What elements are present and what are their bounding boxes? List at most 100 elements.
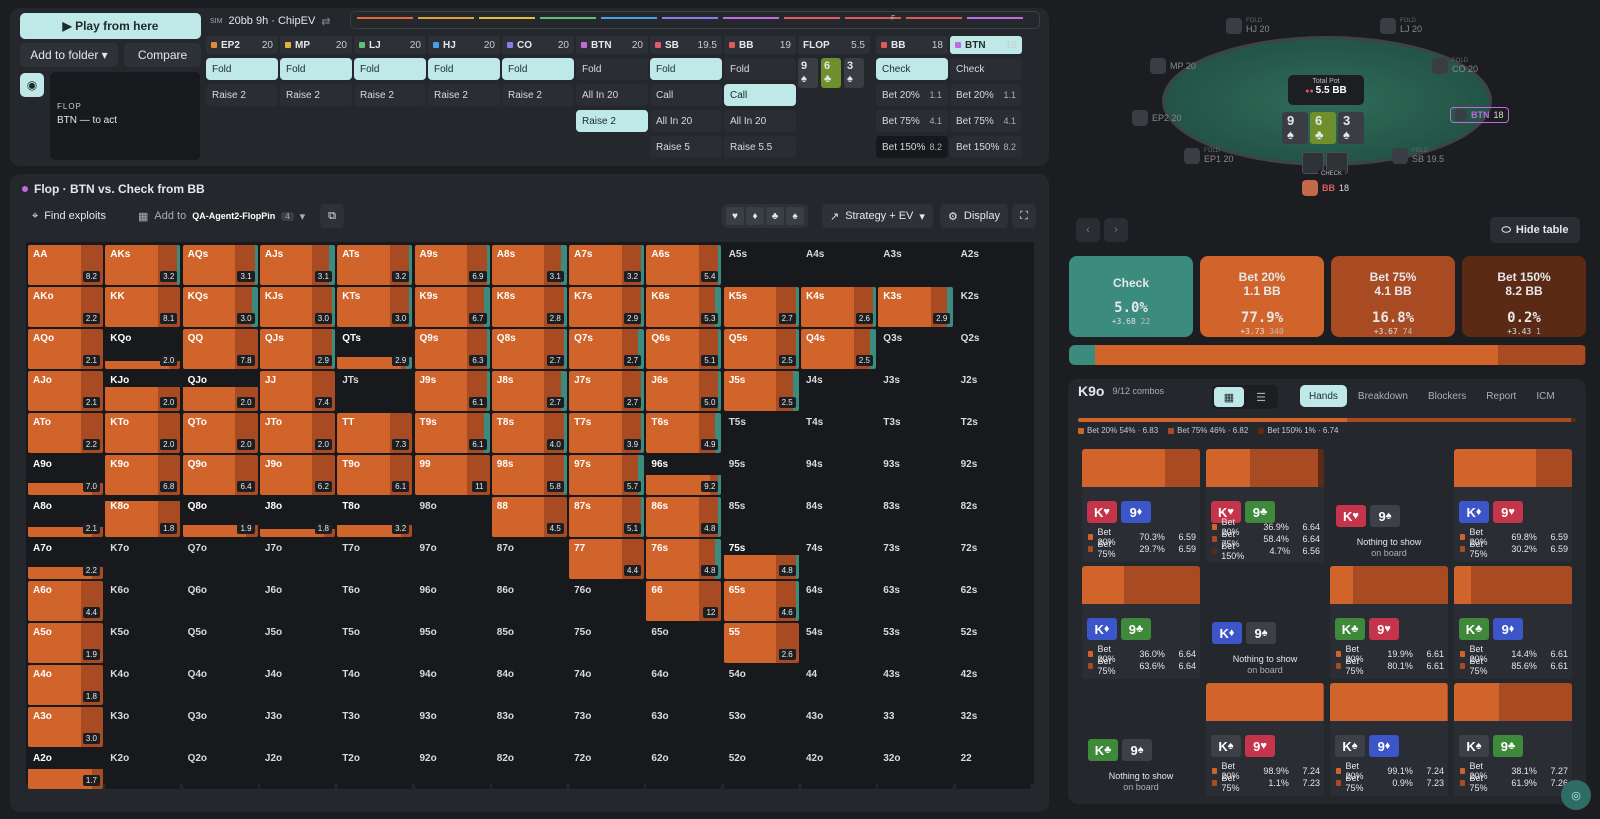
hand-cell[interactable]: J6s 5.0 (646, 371, 722, 411)
sim-info[interactable]: SIM 20bb 9h · ChipEV ⇄ (210, 12, 340, 30)
hand-cell[interactable]: 65o (646, 623, 722, 663)
hand-cell[interactable]: 84s (801, 497, 876, 537)
combo-card[interactable]: K ♠ 9 ♣ Bet 20% 38.1% 7.27 Bet 75% 61.9% 7.26 (1454, 683, 1572, 796)
action-button[interactable]: All In 20 (650, 110, 722, 132)
hand-cell[interactable]: 62o (646, 749, 722, 789)
hand-cell[interactable]: 86s 4.8 (646, 497, 722, 537)
hand-cell[interactable]: 64s (801, 581, 876, 621)
hand-cell[interactable]: 53s (878, 623, 954, 663)
swap-icon[interactable]: ⇄ (321, 15, 330, 28)
action-button[interactable]: Raise 2 (428, 84, 500, 106)
hand-cell[interactable]: 87o (491, 539, 567, 579)
hand-cell[interactable]: 73s (878, 539, 954, 579)
action-button[interactable]: Raise 2 (576, 110, 648, 132)
seat[interactable]: FOLD EP1 20 (1184, 148, 1234, 164)
hand-cell[interactable]: 95s (723, 455, 799, 495)
hand-cell[interactable]: 42o (801, 749, 876, 789)
hand-cell[interactable]: 63s (878, 581, 954, 621)
hand-cell[interactable]: J9o 6.2 (259, 455, 335, 495)
action-button[interactable]: Bet 150% 8.2 (950, 136, 1022, 158)
hand-cell[interactable]: 73o (569, 707, 645, 747)
hand-cell[interactable]: A2s (955, 245, 1031, 285)
combo-card[interactable]: K ♥ 9 ♣ Bet 20% 36.9% 6.64 Bet 75% 58.4% 6.64 Bet … (1206, 449, 1324, 562)
hand-cell[interactable]: AKs 3.2 (105, 245, 181, 285)
hand-cell[interactable]: T8o 3.2 (337, 497, 413, 537)
hand-cell[interactable]: Q2o (182, 749, 258, 789)
hand-cell[interactable]: KTo 2.0 (105, 413, 181, 453)
hand-cell[interactable]: 32s (955, 707, 1031, 747)
combo-card[interactable]: K ♠ 9 ♦ Bet 20% 99.1% 7.24 Bet 75% 0.9% 7.23 (1330, 683, 1448, 796)
hand-cell[interactable]: J2s (955, 371, 1031, 411)
display-button[interactable]: ⚙ Display (940, 204, 1008, 228)
hand-cell[interactable]: Q5o (182, 623, 258, 663)
hand-cell[interactable]: KQs 3.0 (182, 287, 258, 327)
suit-filter-icon[interactable]: ♠ (786, 207, 804, 225)
hand-cell[interactable]: 33 (878, 707, 954, 747)
suit-filter-icon[interactable]: ♥ (726, 207, 744, 225)
seat[interactable]: EP2 20 (1132, 110, 1182, 126)
hand-cell[interactable]: A7s 3.2 (569, 245, 645, 285)
tab-hands[interactable]: Hands (1300, 385, 1347, 407)
hand-cell[interactable]: K9o 6.8 (105, 455, 181, 495)
hand-cell[interactable]: 96s 9.2 (646, 455, 722, 495)
hand-cell[interactable]: ATs 3.2 (337, 245, 413, 285)
hand-cell[interactable]: KQo 2.0 (105, 329, 181, 369)
find-exploits-button[interactable]: ⌖ Find exploits (32, 204, 106, 228)
action-button[interactable]: All In 20 (724, 110, 796, 132)
hand-cell[interactable]: T9o 6.1 (337, 455, 413, 495)
hand-cell[interactable]: T3s (878, 413, 954, 453)
action-button[interactable]: All In 20 (576, 84, 648, 106)
hand-cell[interactable]: 85o (491, 623, 567, 663)
grid-view-icon[interactable]: ▦ (1214, 387, 1244, 407)
action-button[interactable]: Raise 2 (502, 84, 574, 106)
hand-cell[interactable]: TT 7.3 (337, 413, 413, 453)
combo-card[interactable]: K ♣ 9 ♠ Nothing to show on board (1082, 683, 1200, 796)
hand-cell[interactable]: 53o (723, 707, 799, 747)
hand-cell[interactable]: Q3s (878, 329, 954, 369)
action-button[interactable]: Bet 20% 1.1 (950, 84, 1022, 106)
hand-cell[interactable]: J3s (878, 371, 954, 411)
hand-cell[interactable]: A4s (801, 245, 876, 285)
action-button[interactable]: Fold (280, 58, 352, 80)
hand-cell[interactable]: JJ 7.4 (259, 371, 335, 411)
hand-cell[interactable]: 43o (801, 707, 876, 747)
hand-cell[interactable]: 55 2.6 (723, 623, 799, 663)
play-from-here-button[interactable]: ▶ Play from here (20, 13, 201, 39)
action-button[interactable]: Bet 150% 8.2 (876, 136, 948, 158)
compare-button[interactable]: Compare (124, 43, 201, 67)
hand-cell[interactable]: J5s 2.5 (723, 371, 799, 411)
hand-cell[interactable]: 92s (955, 455, 1031, 495)
hand-cell[interactable]: Q8s 2.7 (491, 329, 567, 369)
hand-cell[interactable]: QJs 2.9 (259, 329, 335, 369)
hand-cell[interactable]: 94o (414, 665, 490, 705)
hand-cell[interactable]: QTo 2.0 (182, 413, 258, 453)
help-icon[interactable]: ◎ (1561, 780, 1591, 810)
hand-cell[interactable]: T2s (955, 413, 1031, 453)
hand-cell[interactable]: 43s (878, 665, 954, 705)
hand-cell[interactable]: 85s (723, 497, 799, 537)
forward-button[interactable]: › (1104, 218, 1128, 242)
seat[interactable]: FOLD CO 20 (1432, 58, 1478, 74)
hand-cell[interactable]: 93s (878, 455, 954, 495)
tab-report[interactable]: Report (1477, 385, 1525, 407)
hand-cell[interactable]: 98s 5.8 (491, 455, 567, 495)
list-view-icon[interactable]: ☰ (1246, 387, 1276, 407)
hand-cell[interactable]: AJo 2.1 (28, 371, 103, 411)
hand-cell[interactable]: K6s 5.3 (646, 287, 722, 327)
suit-filter-icon[interactable]: ♦ (746, 207, 764, 225)
hand-cell[interactable]: 93o (414, 707, 490, 747)
hand-cell[interactable]: Q7o (182, 539, 258, 579)
hand-cell[interactable]: 42s (955, 665, 1031, 705)
hand-cell[interactable]: 76o (569, 581, 645, 621)
hand-cell[interactable]: J4o (259, 665, 335, 705)
hand-cell[interactable]: Q2s (955, 329, 1031, 369)
hand-cell[interactable]: 83o (491, 707, 567, 747)
hand-cell[interactable]: K5o (105, 623, 181, 663)
hand-cell[interactable]: J9s 6.1 (414, 371, 490, 411)
hand-cell[interactable]: AQo 2.1 (28, 329, 103, 369)
action-button[interactable]: Check (876, 58, 948, 80)
suit-filter-icon[interactable]: ♣ (766, 207, 784, 225)
hand-cell[interactable]: Q9o 6.4 (182, 455, 258, 495)
combo-card[interactable]: K ♦ 9 ♣ Bet 20% 36.0% 6.64 Bet 75% 63.6% 6.64 (1082, 566, 1200, 679)
action-button[interactable]: Fold (354, 58, 426, 80)
